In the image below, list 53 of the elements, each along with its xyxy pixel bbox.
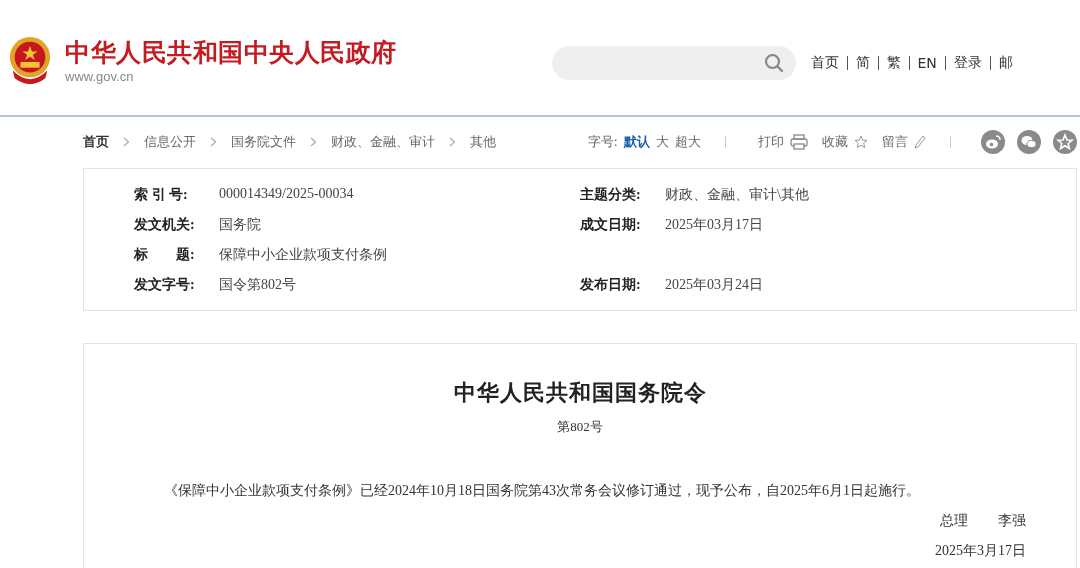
field-label: 索 引 号: xyxy=(134,186,189,204)
pencil-icon[interactable] xyxy=(914,135,926,149)
field-label: 主题分类: xyxy=(580,186,642,204)
document-title: 中华人民共和国国务院令 xyxy=(452,379,708,407)
font-size-label: 字号: xyxy=(587,133,618,151)
breadcrumb-link[interactable]: 国务院文件 xyxy=(231,133,296,151)
font-size-option[interactable]: 默认 xyxy=(624,133,650,151)
action-link[interactable]: 留言 xyxy=(882,133,908,151)
nav-link[interactable]: 邮 xyxy=(998,54,1013,72)
site-url: www.gov.cn xyxy=(65,69,135,84)
printer-icon[interactable] xyxy=(790,134,808,150)
action-link[interactable]: 打印 xyxy=(758,133,784,151)
emblem-icon xyxy=(7,35,53,86)
nav-link[interactable]: 登录 xyxy=(953,54,982,72)
field-label: 发布日期: xyxy=(580,276,642,294)
breadcrumb-link[interactable]: 其他 xyxy=(470,133,496,151)
search-icon[interactable] xyxy=(763,53,784,73)
field-value: 保障中小企业款项支付条例 xyxy=(219,246,387,264)
signing-date: 2025年3月17日 xyxy=(935,542,1026,560)
chevron-icon xyxy=(449,137,456,147)
nav-link[interactable]: EN xyxy=(917,55,937,71)
chevron-icon xyxy=(123,137,130,147)
breadcrumb-link[interactable]: 财政、金融、审计 xyxy=(331,133,435,151)
action-link[interactable]: 收藏 xyxy=(822,133,848,151)
field-value: 000014349/2025-00034 xyxy=(219,186,354,203)
field-value: 2025年03月17日 xyxy=(665,216,763,234)
font-size-option[interactable]: 大 xyxy=(656,133,669,151)
chevron-icon xyxy=(210,137,217,147)
field-value: 财政、金融、审计\其他 xyxy=(665,186,809,204)
field-label: 发文机关: xyxy=(134,216,196,234)
nav-link[interactable]: 首页 xyxy=(810,54,839,72)
share-icon[interactable] xyxy=(1053,130,1077,154)
order-number: 第802号 xyxy=(556,418,604,436)
field-label: 发文字号: xyxy=(134,276,196,294)
share-icon[interactable] xyxy=(1017,130,1041,154)
chevron-icon xyxy=(310,137,317,147)
font-size-option[interactable]: 超大 xyxy=(675,133,701,151)
breadcrumb-link[interactable]: 首页 xyxy=(83,133,109,151)
search-field[interactable] xyxy=(551,46,796,80)
breadcrumb-link[interactable]: 信息公开 xyxy=(144,133,196,151)
field-label: 标 题: xyxy=(134,246,196,264)
star-icon[interactable] xyxy=(854,135,868,149)
body-paragraph: 《保障中小企业款项支付条例》已经2024年10月18日国务院第43次常务会议修订通过，现予公布，自2025年6月1日起施行。 xyxy=(164,482,921,500)
field-label: 成文日期: xyxy=(580,216,642,234)
nav-link[interactable]: 简 xyxy=(855,54,870,72)
signer-name: 李强 xyxy=(998,512,1026,530)
share-icon[interactable] xyxy=(981,130,1005,154)
field-value: 2025年03月24日 xyxy=(665,276,763,294)
nav-link[interactable]: 繁 xyxy=(886,54,901,72)
field-value: 国务院 xyxy=(219,216,261,234)
field-value: 国令第802号 xyxy=(219,276,296,294)
site-title[interactable]: 中华人民共和国中央人民政府 xyxy=(65,37,397,69)
signer-title: 总理 xyxy=(940,512,968,530)
